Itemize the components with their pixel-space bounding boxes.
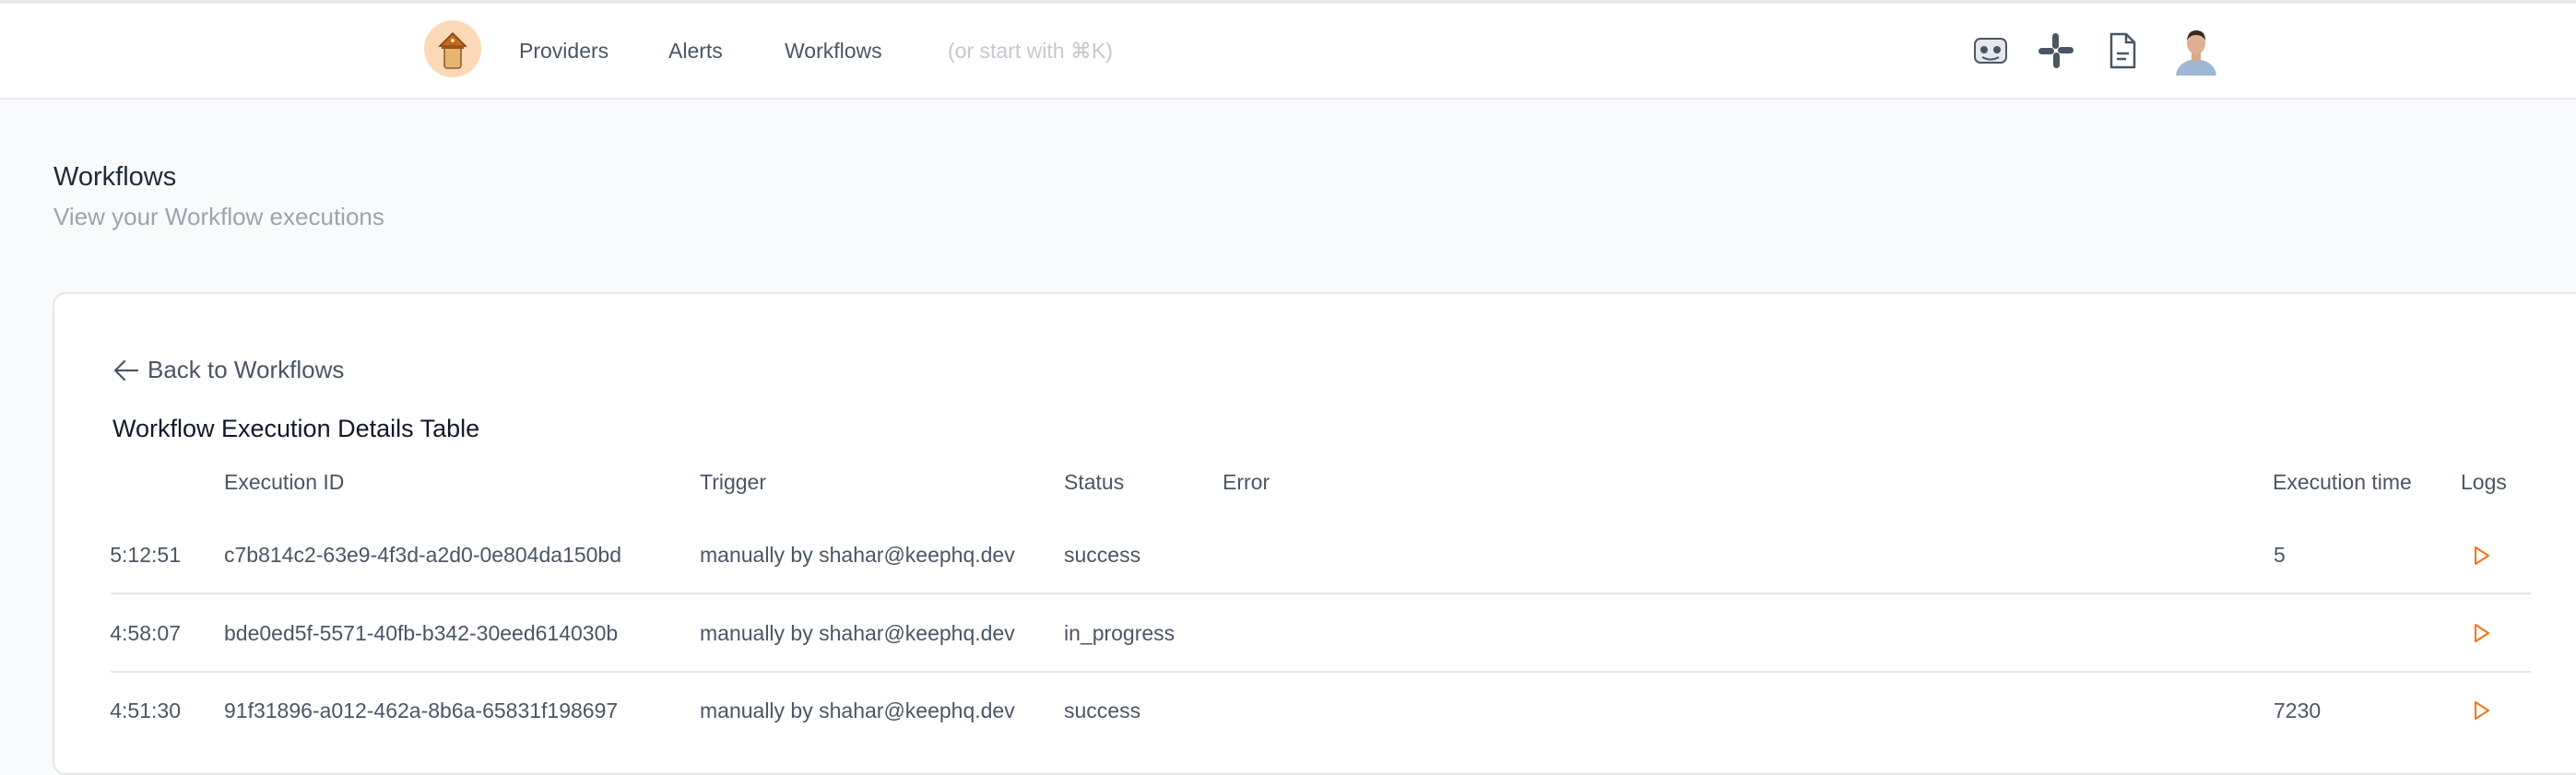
back-to-workflows-link[interactable]: Back to Workflows xyxy=(112,356,344,384)
play-icon[interactable] xyxy=(2469,699,2493,722)
header-execution-id: Execution ID xyxy=(224,470,345,494)
cell-status: success xyxy=(1064,543,1141,567)
helper-icon[interactable] xyxy=(1969,29,2012,72)
cell-status: in_progress xyxy=(1064,621,1176,645)
cell-execution-id: 91f31896-a012-462a-8b6a-65831f198697 xyxy=(224,699,619,722)
cell-execution-id: bde0ed5f-5571-40fb-b342-30eed614030b xyxy=(224,621,619,645)
header-logs: Logs xyxy=(2461,470,2507,494)
nav-link-providers[interactable]: Providers xyxy=(519,39,609,64)
page-subtitle: View your Workflow executions xyxy=(53,203,384,230)
cell-start-time: 5:12:51 xyxy=(110,543,181,567)
cell-execution-time: 5 xyxy=(2274,543,2286,567)
command-palette-hint[interactable]: (or start with ⌘K) xyxy=(948,39,1113,64)
play-icon[interactable] xyxy=(2469,621,2493,645)
cell-trigger: manually by shahar@keephq.dev xyxy=(700,699,1015,722)
user-avatar[interactable] xyxy=(2173,26,2219,76)
top-navbar: Providers Alerts Workflows (or start wit… xyxy=(0,4,2576,100)
play-icon[interactable] xyxy=(2469,544,2493,568)
header-error: Error xyxy=(1223,470,1270,494)
cell-execution-time: 7230 xyxy=(2274,699,2322,722)
nav-link-alerts[interactable]: Alerts xyxy=(668,39,723,64)
row-divider xyxy=(111,671,2531,673)
cell-execution-id: c7b814c2-63e9-4f3d-a2d0-0e804da150bd xyxy=(224,543,621,567)
row-divider xyxy=(111,593,2531,594)
cell-trigger: manually by shahar@keephq.dev xyxy=(700,621,1015,645)
slack-icon[interactable] xyxy=(2035,29,2077,72)
table-title: Workflow Execution Details Table xyxy=(112,415,480,442)
header-execution-time: Execution time xyxy=(2273,470,2412,494)
header-status: Status xyxy=(1064,470,1125,494)
cell-trigger: manually by shahar@keephq.dev xyxy=(700,543,1015,567)
keep-logo[interactable] xyxy=(424,20,481,77)
docs-icon[interactable] xyxy=(2101,29,2144,72)
cell-start-time: 4:51:30 xyxy=(110,699,181,722)
arrow-left-icon xyxy=(113,359,139,381)
page-title: Workflows xyxy=(53,162,177,192)
nav-link-workflows[interactable]: Workflows xyxy=(785,39,882,64)
header-trigger: Trigger xyxy=(700,470,766,494)
cell-status: success xyxy=(1064,699,1141,722)
back-label: Back to Workflows xyxy=(148,356,345,383)
cell-start-time: 4:58:07 xyxy=(110,621,181,645)
